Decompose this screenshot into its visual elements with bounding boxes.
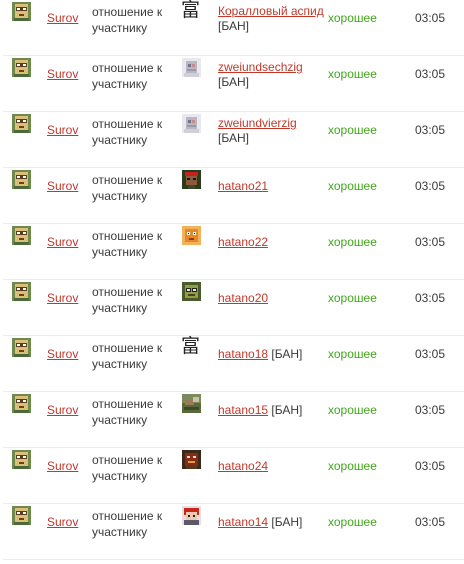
table-row: Surov отношение к участнику hatano15 [БАН]… [0, 392, 464, 448]
target-link[interactable]: hatano20 [218, 291, 268, 305]
target-cell: Коралловый аспид [БАН] [218, 4, 324, 34]
glasses-avatar-icon [182, 282, 201, 301]
timestamp: 03:05 [415, 347, 446, 361]
target-link[interactable]: zweiundsechzig [218, 60, 303, 74]
target-link[interactable]: hatano14 [218, 515, 268, 529]
ban-badge: [БАН] [218, 131, 249, 145]
ban-badge: [БАН] [271, 403, 303, 417]
timestamp: 03:05 [415, 235, 446, 249]
grey-avatar-icon [182, 58, 201, 77]
target-cell: hatano21 [218, 179, 324, 194]
timestamp: 03:05 [415, 403, 446, 417]
status-text: хорошее [328, 459, 377, 473]
relation-label: отношение к участнику [92, 5, 163, 35]
author-avatar-icon [12, 506, 31, 525]
status-text: хорошее [328, 67, 377, 81]
status-text: хорошее [328, 235, 377, 249]
status-text: хорошее [328, 403, 377, 417]
target-cell: hatano15 [БАН] [218, 403, 324, 418]
relation-label: отношение к участнику [92, 285, 163, 315]
status-text: хорошее [328, 11, 377, 25]
target-cell: hatano20 [218, 291, 324, 306]
author-avatar-icon [12, 394, 31, 413]
target-link[interactable]: Коралловый аспид [218, 4, 324, 18]
ban-badge: [БАН] [271, 515, 303, 529]
author-link[interactable]: Surov [47, 347, 78, 361]
target-link[interactable]: hatano22 [218, 235, 268, 249]
author-avatar-icon [12, 282, 31, 301]
timestamp: 03:05 [415, 179, 446, 193]
timestamp: 03:05 [415, 291, 446, 305]
row-divider [3, 559, 464, 560]
kanji-glyph-icon: 富 [181, 335, 201, 357]
relation-label: отношение к участнику [92, 61, 163, 91]
status-text: хорошее [328, 291, 377, 305]
relation-label: отношение к участнику [92, 397, 163, 427]
author-link[interactable]: Surov [47, 291, 78, 305]
timestamp: 03:05 [415, 11, 446, 25]
author-link[interactable]: Surov [47, 235, 78, 249]
relation-label: отношение к участнику [92, 341, 163, 371]
ban-badge: [БАН] [218, 19, 249, 33]
relation-label: отношение к участнику [92, 509, 163, 539]
status-text: хорошее [328, 515, 377, 529]
target-link[interactable]: hatano18 [218, 347, 268, 361]
target-link[interactable]: hatano15 [218, 403, 268, 417]
target-cell: hatano14 [БАН] [218, 515, 324, 530]
author-avatar-icon [12, 338, 31, 357]
dark-red-avatar-icon [182, 450, 201, 469]
author-avatar-icon [12, 170, 31, 189]
table-row: Surov отношение к участнику hatano20 хороше… [0, 280, 464, 336]
orange-face-avatar-icon [182, 226, 201, 245]
table-row: Surov отношение к участнику zweiundsechzig… [0, 56, 464, 112]
target-cell: zweiundsechzig [БАН] [218, 60, 324, 90]
landscape-avatar-icon [182, 394, 201, 413]
target-link[interactable]: zweiundvierzig [218, 116, 297, 130]
timestamp: 03:05 [415, 67, 446, 81]
status-text: хорошее [328, 179, 377, 193]
table-row: Surov отношение к участнику hatano22 хороше… [0, 224, 464, 280]
target-link[interactable]: hatano24 [218, 459, 268, 473]
ban-badge: [БАН] [218, 75, 249, 89]
timestamp: 03:05 [415, 459, 446, 473]
target-cell: hatano24 [218, 459, 324, 474]
author-avatar-icon [12, 58, 31, 77]
status-text: хорошее [328, 347, 377, 361]
target-cell: hatano22 [218, 235, 324, 250]
author-link[interactable]: Surov [47, 179, 78, 193]
author-link[interactable]: Surov [47, 67, 78, 81]
target-cell: hatano18 [БАН] [218, 347, 324, 362]
author-link[interactable]: Surov [47, 11, 78, 25]
status-text: хорошее [328, 123, 377, 137]
table-row: Surov отношение к участнику hatano14 [БАН]… [0, 504, 464, 560]
author-avatar-icon [12, 450, 31, 469]
author-link[interactable]: Surov [47, 403, 78, 417]
red-hair-avatar-icon [182, 506, 201, 525]
relation-label: отношение к участнику [92, 453, 163, 483]
author-avatar-icon [12, 114, 31, 133]
table-row: Surov отношение к участнику 富 hatano18 [БАН… [0, 335, 464, 392]
ban-badge: [БАН] [271, 347, 303, 361]
table-row: Surov отношение к участнику hatano21 хороше… [0, 168, 464, 224]
relation-label: отношение к участнику [92, 229, 163, 259]
grey-avatar-icon [182, 114, 201, 133]
author-link[interactable]: Surov [47, 515, 78, 529]
timestamp: 03:05 [415, 515, 446, 529]
author-avatar-icon [12, 226, 31, 245]
target-cell: zweiundvierzig [БАН] [218, 116, 324, 146]
relation-label: отношение к участнику [92, 117, 163, 147]
author-link[interactable]: Surov [47, 123, 78, 137]
red-bandana-avatar-icon [182, 170, 201, 189]
table-row: Surov отношение к участнику hatano24 хороше… [0, 448, 464, 504]
relation-label: отношение к участнику [92, 173, 163, 203]
author-link[interactable]: Surov [47, 459, 78, 473]
table-row: Surov отношение к участнику 富 Коралловый ас… [0, 0, 464, 56]
table-row: Surov отношение к участнику zweiundvierzig… [0, 112, 464, 168]
kanji-glyph-icon: 富 [181, 0, 201, 21]
author-avatar-icon [12, 2, 31, 21]
target-link[interactable]: hatano21 [218, 179, 268, 193]
timestamp: 03:05 [415, 123, 446, 137]
